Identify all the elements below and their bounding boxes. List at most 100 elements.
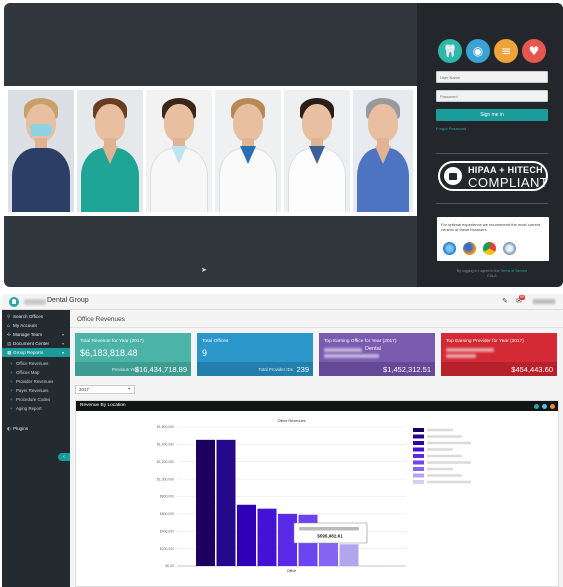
legend-redacted-name	[427, 474, 462, 477]
firefox-icon[interactable]	[463, 242, 476, 255]
legend-redacted-name	[427, 480, 471, 484]
legal-notice: By logging in I agree to the Terms of Se…	[436, 269, 548, 279]
y-tick-label: $600,000	[160, 512, 174, 516]
legend-swatch	[413, 447, 424, 452]
sidebar-subitem-payer-revenues[interactable]: + Payer Revenues	[2, 387, 70, 395]
eula-link[interactable]: EULA	[487, 274, 496, 278]
login-panel: 🦷 ◉ ≡ ♥ Sign me in Forgot Password HIPAA…	[417, 3, 563, 287]
edit-icon[interactable]: ✎	[502, 297, 508, 305]
tooltip-redacted-label	[299, 527, 359, 531]
y-tick-label: $1,200,000	[157, 460, 174, 464]
chart-bar	[216, 439, 236, 566]
user-menu[interactable]	[530, 299, 560, 304]
sidebar-collapse-button[interactable]: ‹	[58, 453, 70, 461]
divider	[70, 327, 563, 328]
sidebar-item-search-offices[interactable]: ⚲ Search Offices	[2, 312, 70, 321]
sidebar-subitem-aging-report[interactable]: + Aging Report	[2, 405, 70, 413]
notification-badge: 99	[519, 295, 525, 300]
top-bar: Dental Group ✎ ✉ 99	[2, 294, 563, 310]
username-field[interactable]	[436, 71, 548, 83]
kpi-footer-value: $1,452,312.51	[383, 365, 431, 374]
y-tick-label: $1,600,000	[157, 425, 174, 429]
y-tick-label: $1,400,000	[157, 443, 174, 447]
sidebar-subitem-provider-revenues[interactable]: + Provider Revenues	[2, 378, 70, 386]
sidebar-item-label: Document Center	[13, 341, 50, 346]
panel-title: Revenue By Location	[80, 403, 126, 408]
legend-swatch	[413, 441, 424, 445]
kpi-label: Total Offices	[202, 339, 229, 344]
sidebar-subitem-label: Provider Revenues	[16, 379, 54, 384]
sidebar-item-plugins[interactable]: ◐ Plugins	[2, 424, 70, 433]
password-field[interactable]	[436, 90, 548, 102]
legend-swatch	[413, 428, 424, 432]
redacted-org-name	[24, 299, 46, 305]
hipaa-title: HIPAA + HITECH	[468, 165, 543, 175]
legend-swatch	[413, 434, 424, 439]
kpi-footer-label: Total Provider IDs	[258, 367, 293, 372]
sidebar-item-group-reports[interactable]: ▦ Group Reports ▾	[2, 348, 70, 357]
legend-redacted-name	[427, 467, 453, 471]
kpi-footer: $454,443.60	[441, 362, 557, 376]
chart-bar	[339, 544, 359, 566]
kpi-top-office: Top Earning Office for Year (2017) Denta…	[319, 333, 435, 376]
chevron-down-icon: ▾	[61, 350, 64, 355]
tooltip-value: $595,982.61	[317, 534, 343, 539]
forgot-password-link[interactable]: Forgot Password	[436, 126, 466, 131]
safari-icon[interactable]	[503, 242, 516, 255]
browser-message: For optimal experience we recommend the …	[441, 222, 541, 232]
sidebar-subitem-label: Office Revenues	[16, 361, 49, 366]
redacted-provider-info	[446, 354, 476, 358]
staff-photo	[284, 90, 350, 212]
terms-link[interactable]: Terms of Service	[500, 269, 527, 273]
hipaa-compliance-seal: HIPAA + HITECH COMPLIANT	[438, 161, 548, 191]
sidebar-item-manage-team[interactable]: ✣ Manage Team ▾	[2, 330, 70, 339]
kpi-footer-value: $454,443.60	[511, 365, 553, 374]
year-select[interactable]: 2017 ▼	[75, 385, 135, 394]
sidebar-subitem-procedure-codes[interactable]: + Procedure Codes	[2, 396, 70, 404]
login-screen: 🦷 ◉ ≡ ♥ Sign me in Forgot Password HIPAA…	[4, 3, 563, 287]
app-logo-icon[interactable]	[9, 297, 19, 307]
sidebar-subitem-office-revenues[interactable]: + Office Revenues	[2, 360, 70, 368]
page-title: Office Revenues	[77, 316, 125, 323]
sign-in-button[interactable]: Sign me in	[436, 109, 548, 121]
sidebar-item-my-account[interactable]: ⌂ My Account	[2, 321, 70, 330]
chart-bar	[196, 439, 215, 566]
office-revenues-chart: Office Revenues $0.00 $200,000 $400,000 $600…	[157, 419, 471, 573]
y-tick-label: $800,000	[160, 495, 174, 499]
legend-redacted-name	[427, 428, 453, 432]
chrome-icon[interactable]	[483, 242, 496, 255]
kpi-footer: $1,452,312.51	[319, 362, 435, 376]
sidebar-item-label: Manage Team	[13, 332, 43, 337]
sidebar-subitem-label: Offices Map	[16, 370, 40, 375]
staff-photo	[77, 90, 143, 212]
kpi-footer: Previous Year $16,434,718.89	[75, 362, 191, 376]
sidebar-subitem-label: Aging Report	[16, 406, 42, 411]
chart-bar	[237, 504, 256, 566]
y-tick-label: $400,000	[160, 529, 174, 533]
legend-swatch	[413, 454, 424, 458]
sidebar-item-document-center[interactable]: ▤ Document Center ▾	[2, 339, 70, 348]
hipaa-compliant: COMPLIANT	[468, 175, 549, 190]
tooth-icon: 🦷	[438, 39, 462, 63]
expand-icon[interactable]	[542, 403, 547, 409]
legend-swatch	[413, 460, 424, 465]
kpi-top-provider: Top Earning Provider for Year (2017) $45…	[441, 333, 557, 376]
kpi-total-revenue: Total Revenue for Year (2017) $6,183,818…	[75, 333, 191, 376]
legend-swatch	[413, 480, 424, 484]
sidebar: ⚲ Search Offices ⌂ My Account ✣ Manage Team…	[2, 310, 70, 587]
revenue-by-location-panel: Revenue By Location Office Revenues $0.00…	[75, 400, 559, 587]
chart-bar	[360, 565, 379, 566]
sidebar-subitem-label: Procedure Codes	[16, 397, 51, 402]
app-title: Dental Group	[47, 297, 89, 304]
chart-title: Office Revenues	[277, 419, 305, 423]
legend-redacted-name	[427, 435, 462, 438]
kpi-footer: Total Provider IDs 239	[197, 362, 313, 376]
chevron-down-icon: ▼	[127, 387, 131, 391]
internet-explorer-icon[interactable]	[443, 242, 456, 255]
sidebar-subitem-offices-map[interactable]: + Offices Map	[2, 369, 70, 377]
mouse-cursor-icon: ➤	[201, 267, 207, 274]
refresh-icon[interactable]	[534, 403, 539, 409]
spine-icon: ≡	[494, 39, 518, 63]
lock-icon	[444, 167, 462, 185]
close-icon[interactable]	[550, 403, 555, 409]
